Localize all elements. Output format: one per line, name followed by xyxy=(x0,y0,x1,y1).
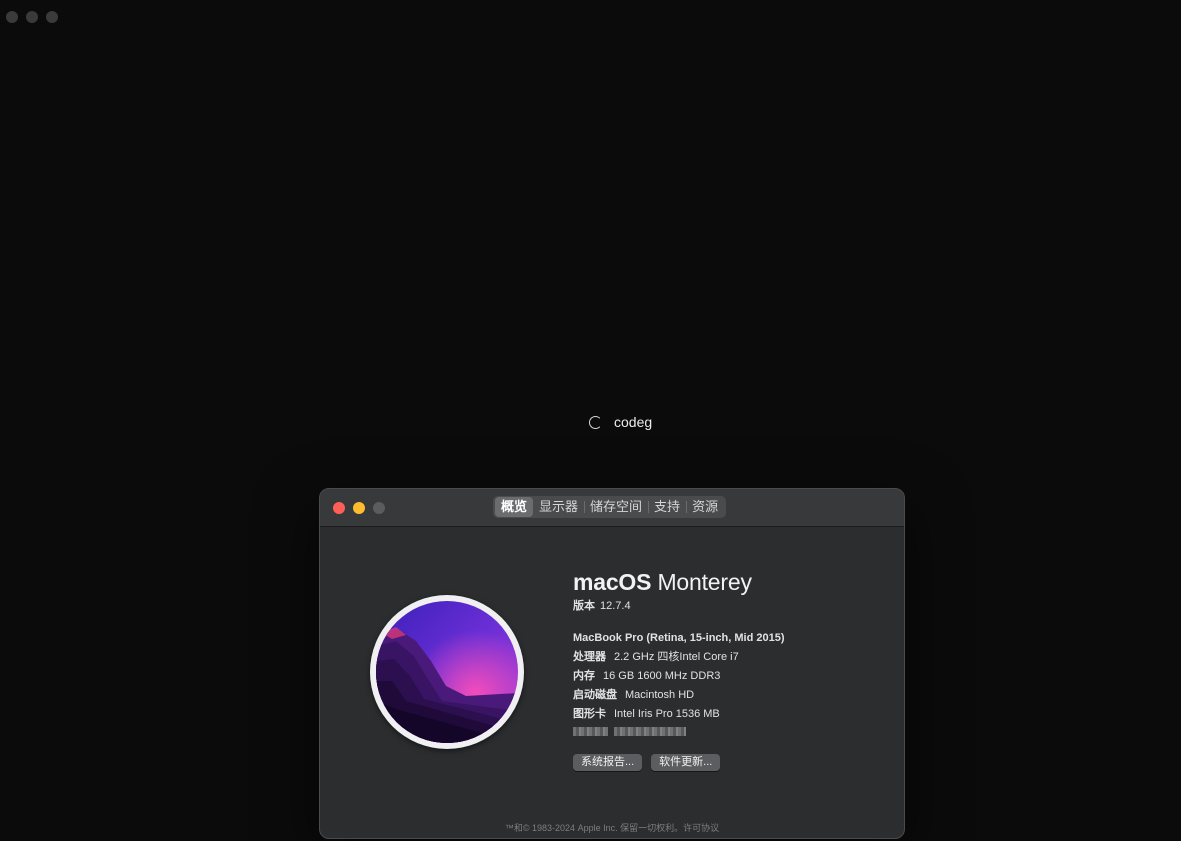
version-label: 版本 xyxy=(573,600,595,612)
software-update-button[interactable]: 软件更新... xyxy=(651,754,721,771)
monterey-wallpaper-icon xyxy=(376,601,518,743)
redacted-value xyxy=(614,727,686,736)
zoom-button xyxy=(373,502,385,514)
minimize-button[interactable] xyxy=(353,502,365,514)
loading-indicator: codeg xyxy=(589,414,652,430)
spinner-icon xyxy=(589,415,602,429)
outer-zoom-button[interactable] xyxy=(46,11,58,23)
graphics-row: 图形卡 Intel Iris Pro 1536 MB xyxy=(573,705,785,724)
memory-label: 内存 xyxy=(573,670,595,682)
os-name: Monterey xyxy=(657,569,752,595)
desktop: codeg 概览 显示器 储存空间 支持 资源 macOS Monterey 版… xyxy=(0,0,1181,841)
startup-disk-label: 启动磁盘 xyxy=(573,689,617,701)
system-report-button[interactable]: 系统报告... xyxy=(573,754,643,771)
segmented-tabs: 概览 显示器 储存空间 支持 资源 xyxy=(493,496,727,518)
macos-monterey-logo xyxy=(370,595,524,749)
version-value: 12.7.4 xyxy=(600,600,631,612)
loading-label: codeg xyxy=(614,414,653,430)
startup-disk-value: Macintosh HD xyxy=(625,689,695,701)
model-name: MacBook Pro (Retina, 15-inch, Mid 2015) xyxy=(573,632,785,644)
redacted-label xyxy=(573,727,608,736)
system-info: macOS Monterey 版本 12.7.4 MacBook Pro (Ret… xyxy=(573,569,785,771)
processor-label: 处理器 xyxy=(573,651,606,663)
version-row: 版本 12.7.4 xyxy=(573,597,785,613)
action-buttons: 系统报告... 软件更新... xyxy=(573,754,785,771)
window-titlebar: 概览 显示器 储存空间 支持 资源 xyxy=(320,489,904,527)
outer-minimize-button[interactable] xyxy=(26,11,38,23)
startup-disk-row: 启动磁盘 Macintosh HD xyxy=(573,686,785,705)
processor-value: 2.2 GHz 四核Intel Core i7 xyxy=(614,651,739,663)
os-brand: macOS xyxy=(573,569,652,595)
hardware-specs: MacBook Pro (Retina, 15-inch, Mid 2015) … xyxy=(573,629,785,736)
graphics-value: Intel Iris Pro 1536 MB xyxy=(614,708,720,720)
outer-close-button[interactable] xyxy=(6,11,18,23)
graphics-label: 图形卡 xyxy=(573,708,606,720)
close-button[interactable] xyxy=(333,502,345,514)
outer-window-controls xyxy=(6,11,58,23)
copyright-notice: ™和© 1983-2024 Apple Inc. 保留一切权利。许可协议 xyxy=(504,823,720,833)
tab-displays[interactable]: 显示器 xyxy=(533,497,584,517)
os-title: macOS Monterey xyxy=(573,569,785,596)
memory-row: 内存 16 GB 1600 MHz DDR3 xyxy=(573,667,785,686)
tab-storage[interactable]: 储存空间 xyxy=(584,497,648,517)
processor-row: 处理器 2.2 GHz 四核Intel Core i7 xyxy=(573,648,785,667)
tab-overview[interactable]: 概览 xyxy=(495,497,534,517)
memory-value: 16 GB 1600 MHz DDR3 xyxy=(603,670,721,682)
tab-support[interactable]: 支持 xyxy=(648,497,686,517)
about-this-mac-window: 概览 显示器 储存空间 支持 资源 macOS Monterey 版本 12.7… xyxy=(319,488,905,839)
tab-resources[interactable]: 资源 xyxy=(686,497,724,517)
window-controls xyxy=(333,502,385,514)
serial-number-redacted xyxy=(573,727,785,736)
